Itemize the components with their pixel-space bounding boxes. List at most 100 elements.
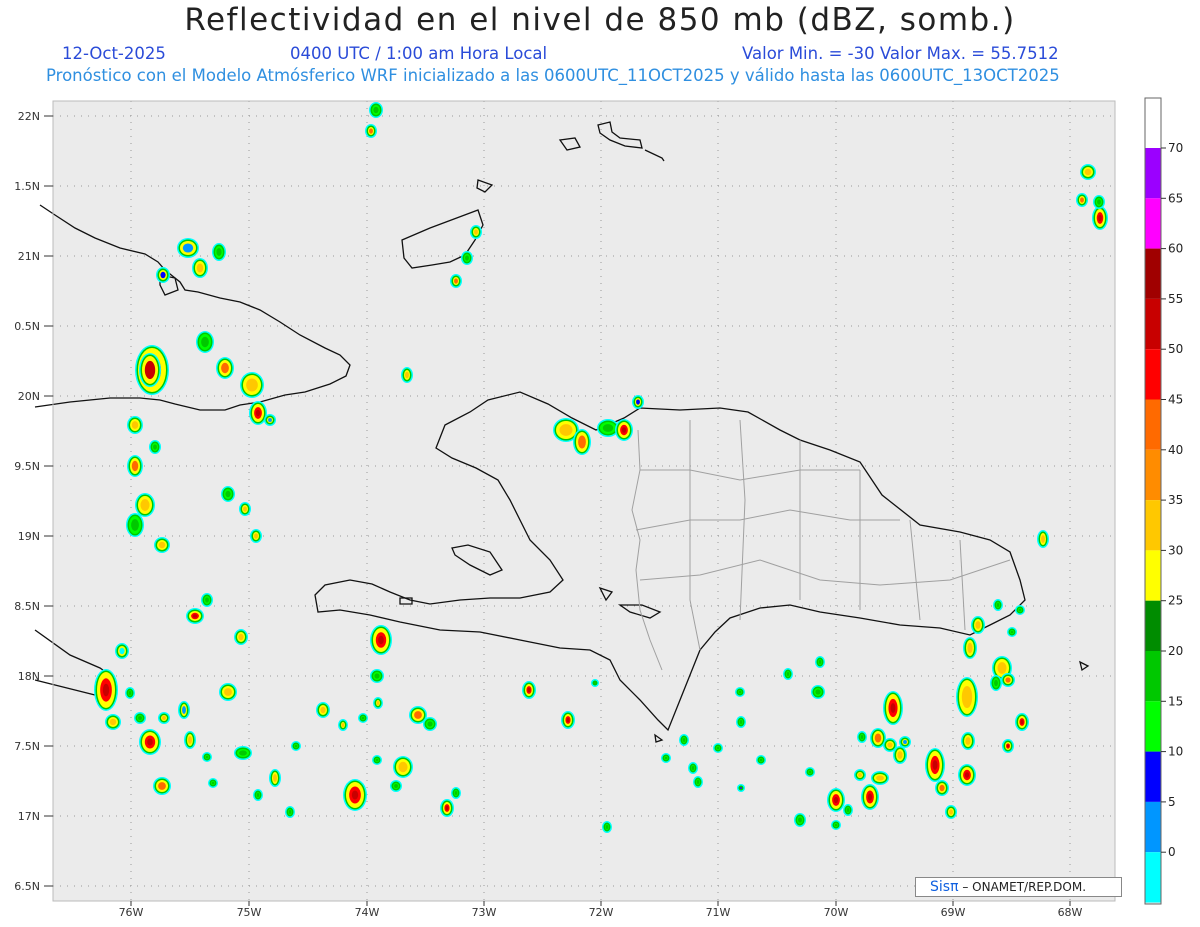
- reflectivity-cell: [186, 608, 204, 624]
- reflectivity-cell: [1001, 673, 1015, 687]
- reflectivity-cell: [208, 778, 218, 788]
- lon-tick-label: 76W: [119, 906, 144, 919]
- reflectivity-cell: [461, 251, 473, 265]
- reflectivity-cell: [423, 717, 437, 731]
- sispi-logo: Sisπ: [930, 879, 959, 895]
- colorbar-label: 35: [1168, 493, 1183, 507]
- colorbar-label: 45: [1168, 393, 1183, 407]
- colorbar-swatch: [1145, 701, 1161, 752]
- reflectivity-cell: [219, 683, 237, 701]
- reflectivity-cell: [239, 502, 251, 516]
- colorbar-swatch: [1145, 651, 1161, 702]
- reflectivity-cell: [393, 756, 413, 778]
- lat-tick-label: 22N: [18, 110, 40, 123]
- lat-tick-label: 17N: [18, 810, 40, 823]
- reflectivity-cell: [1092, 206, 1108, 230]
- colorbar-swatch: [1145, 852, 1161, 903]
- lon-tick-label: 70W: [824, 906, 849, 919]
- lat-tick-label: 9.5N: [14, 460, 40, 473]
- reflectivity-cell: [783, 668, 793, 680]
- reflectivity-cell: [883, 691, 903, 725]
- reflectivity-cell: [615, 419, 633, 441]
- reflectivity-cell: [736, 716, 746, 728]
- reflectivity-cell: [794, 813, 806, 827]
- reflectivity-cell: [1007, 627, 1017, 637]
- reflectivity-cell: [945, 805, 957, 819]
- reflectivity-cell: [372, 755, 382, 765]
- reflectivity-cell: [561, 711, 575, 729]
- colorbar-label: 50: [1168, 342, 1183, 356]
- colorbar-swatch: [1145, 399, 1161, 450]
- lat-tick-label: 0.5N: [14, 320, 40, 333]
- reflectivity-cell: [177, 238, 199, 258]
- lat-tick-label: 6.5N: [14, 880, 40, 893]
- reflectivity-cell: [134, 712, 146, 724]
- reflectivity-cell: [369, 102, 383, 118]
- reflectivity-cell: [861, 784, 879, 810]
- reflectivity-cell: [1002, 739, 1014, 753]
- lat-tick-label: 21N: [18, 250, 40, 263]
- reflectivity-cell: [196, 331, 214, 353]
- reflectivity-cell: [756, 755, 766, 765]
- reflectivity-cell: [815, 656, 825, 668]
- reflectivity-cell: [139, 729, 161, 755]
- colorbar-swatch: [1145, 298, 1161, 350]
- reflectivity-cell: [149, 440, 161, 454]
- reflectivity-cell: [343, 779, 367, 811]
- reflectivity-cell: [573, 429, 591, 455]
- reflectivity-cell: [373, 697, 383, 709]
- reflectivity-cell: [591, 679, 599, 687]
- reflectivity-cell: [212, 243, 226, 261]
- reflectivity-map: 22N 1.5N 21N 0.5N 20N 9.5N 19N 8.5N 18N 7.5N 17N 6.…: [14, 97, 1183, 919]
- colorbar-label: 20: [1168, 644, 1183, 658]
- reflectivity-cell: [115, 643, 129, 659]
- reflectivity-cell: [893, 746, 907, 764]
- lon-tick-label: 74W: [355, 906, 380, 919]
- lat-tick-label: 8.5N: [14, 600, 40, 613]
- reflectivity-cell: [925, 748, 945, 782]
- reflectivity-cell: [843, 804, 853, 816]
- colorbar-label: 0: [1168, 845, 1176, 859]
- reflectivity-cell: [126, 513, 144, 537]
- reflectivity-cell: [1015, 713, 1029, 731]
- reflectivity-cell: [264, 414, 276, 426]
- reflectivity-cell: [737, 784, 745, 792]
- reflectivity-cell: [234, 629, 248, 645]
- colorbar-label: 55: [1168, 292, 1183, 306]
- reflectivity-cell: [956, 677, 978, 717]
- reflectivity-cell: [153, 777, 171, 795]
- colorbar-swatch: [1145, 449, 1161, 501]
- reflectivity-cell: [127, 455, 143, 477]
- reflectivity-cell: [390, 780, 402, 792]
- reflectivity-cell: [971, 616, 985, 634]
- colorbar-label: 60: [1168, 242, 1183, 256]
- lat-tick-label: 7.5N: [14, 740, 40, 753]
- colorbar-swatch: [1145, 148, 1161, 199]
- reflectivity-cell: [125, 687, 135, 699]
- reflectivity-cell: [713, 743, 723, 753]
- reflectivity-cell: [316, 702, 330, 718]
- reflectivity-cell: [221, 486, 235, 502]
- reflectivity-cell: [857, 731, 867, 743]
- reflectivity-cell: [1093, 195, 1105, 209]
- reflectivity-cell: [811, 685, 825, 699]
- reflectivity-cell: [202, 752, 212, 762]
- reflectivity-cell: [338, 719, 348, 731]
- reflectivity-cell: [365, 124, 377, 138]
- reflectivity-cell: [127, 416, 143, 434]
- reflectivity-cell: [522, 681, 536, 699]
- reflectivity-cell: [871, 771, 889, 785]
- reflectivity-cell: [679, 734, 689, 746]
- reflectivity-cell: [370, 625, 392, 655]
- reflectivity-cell: [105, 714, 121, 730]
- lon-tick-label: 71W: [706, 906, 731, 919]
- reflectivity-cell: [250, 529, 262, 543]
- reflectivity-cell: [963, 637, 977, 659]
- reflectivity-cell: [184, 731, 196, 749]
- reflectivity-cell: [216, 357, 234, 379]
- lon-tick-label: 69W: [941, 906, 966, 919]
- reflectivity-cell: [135, 493, 155, 517]
- reflectivity-cell: [440, 799, 454, 817]
- reflectivity-cell: [158, 712, 170, 724]
- reflectivity-cell: [370, 669, 384, 683]
